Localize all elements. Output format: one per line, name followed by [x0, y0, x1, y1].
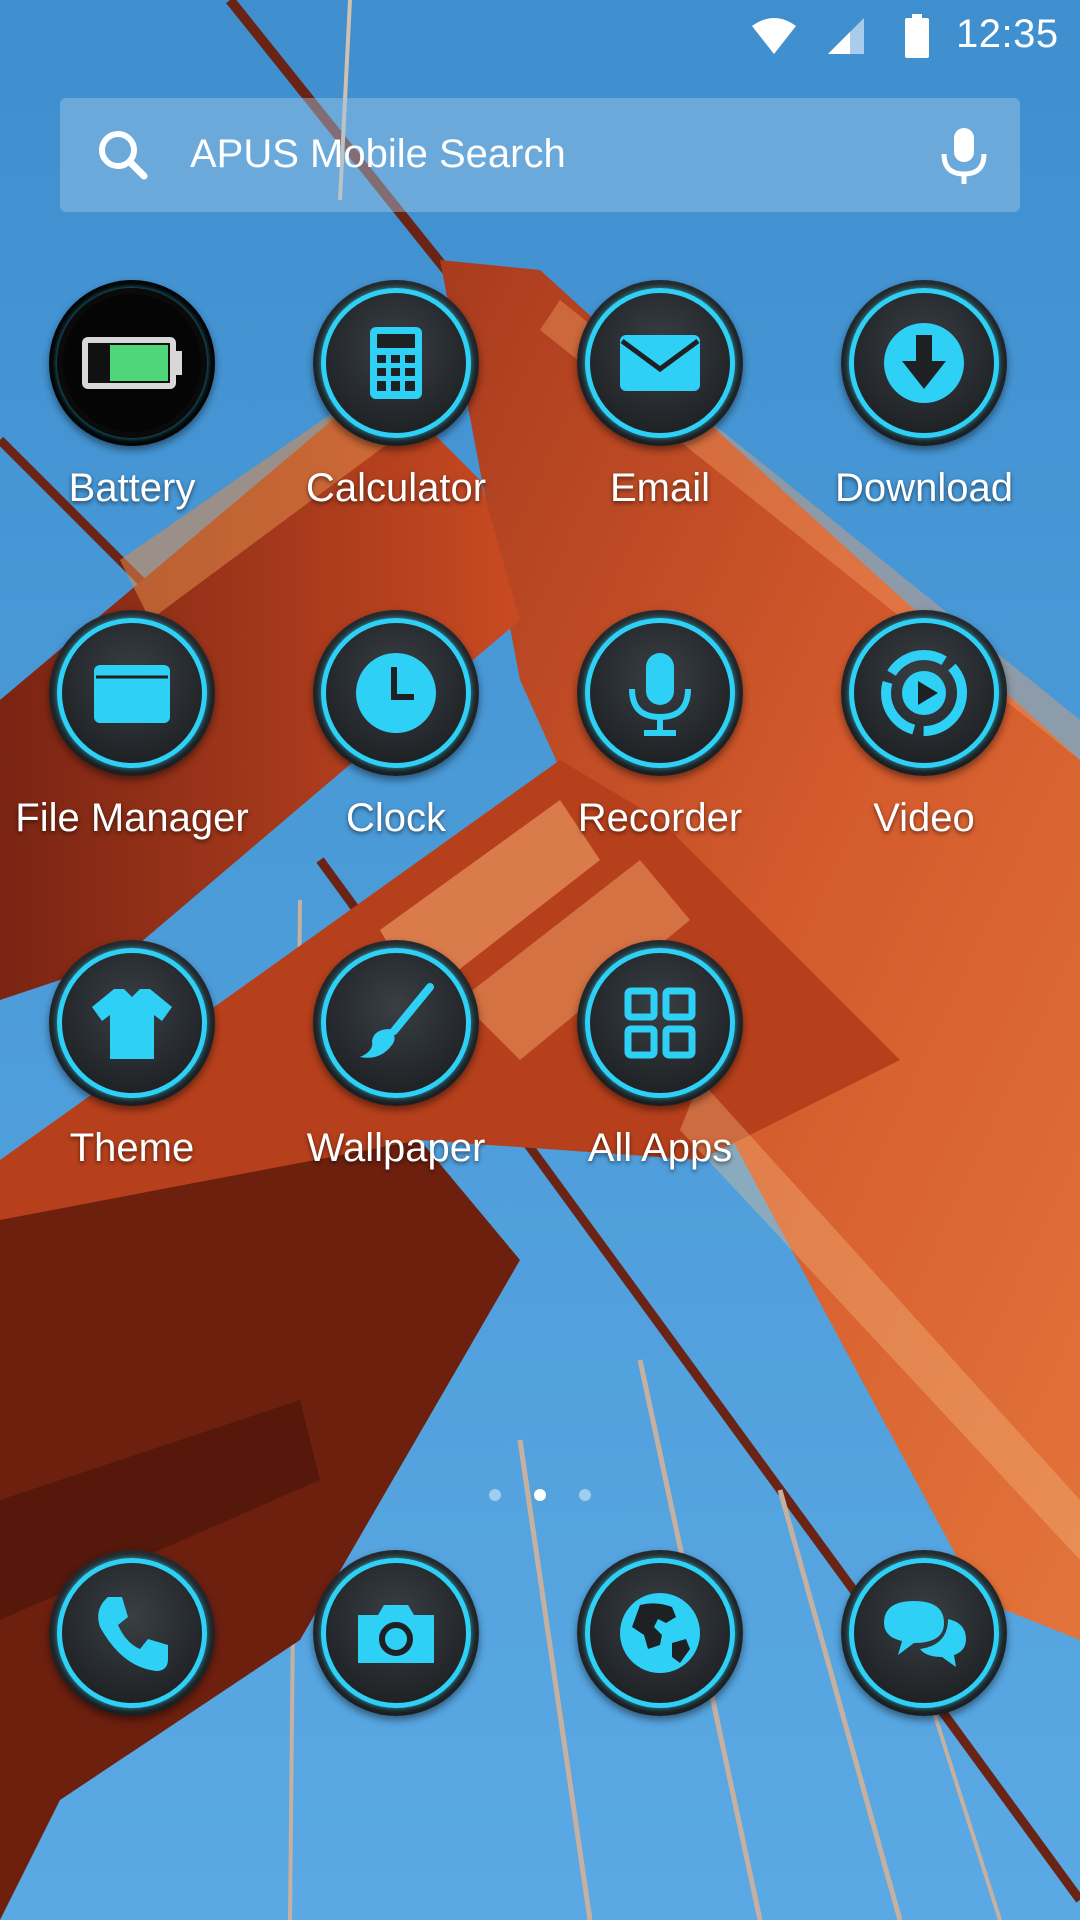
app-label: Video — [873, 796, 975, 840]
app-clock[interactable]: Clock — [264, 610, 528, 870]
folder-icon — [49, 610, 215, 776]
page-dot[interactable] — [579, 1489, 591, 1501]
dock-camera[interactable] — [313, 1550, 479, 1716]
page-indicator — [0, 1489, 1080, 1503]
app-wallpaper[interactable]: Wallpaper — [264, 940, 528, 1200]
app-video[interactable]: Video — [792, 610, 1056, 870]
app-recorder[interactable]: Recorder — [528, 610, 792, 870]
page-dot[interactable] — [489, 1489, 501, 1501]
dock-phone[interactable] — [49, 1550, 215, 1716]
status-bar: 12:35 — [0, 0, 1080, 72]
calculator-icon — [313, 280, 479, 446]
dock-messaging[interactable] — [841, 1550, 1007, 1716]
chat-bubbles-icon — [841, 1550, 1007, 1716]
dock-browser[interactable] — [577, 1550, 743, 1716]
app-label: Download — [835, 466, 1013, 510]
search-input[interactable]: APUS Mobile Search — [190, 132, 566, 177]
tshirt-icon — [49, 940, 215, 1106]
page-dot-active[interactable] — [534, 1489, 546, 1501]
search-bar[interactable]: APUS Mobile Search — [60, 98, 1020, 212]
app-battery[interactable]: Battery — [0, 280, 264, 540]
app-download[interactable]: Download — [792, 280, 1056, 540]
paintbrush-icon — [313, 940, 479, 1106]
app-calculator[interactable]: Calculator — [264, 280, 528, 540]
download-icon — [841, 280, 1007, 446]
app-all-apps[interactable]: All Apps — [528, 940, 792, 1200]
search-icon — [96, 128, 150, 187]
app-file-manager[interactable]: File Manager — [0, 610, 264, 870]
globe-icon — [577, 1550, 743, 1716]
microphone-icon — [577, 610, 743, 776]
envelope-icon — [577, 280, 743, 446]
app-label: All Apps — [587, 1126, 733, 1170]
wifi-icon — [752, 16, 796, 61]
grid-icon — [577, 940, 743, 1106]
clock-icon — [313, 610, 479, 776]
app-email[interactable]: Email — [528, 280, 792, 540]
battery-icon — [49, 280, 215, 446]
clock-time: 12:35 — [956, 12, 1059, 56]
microphone-icon[interactable] — [936, 126, 992, 191]
camera-icon — [313, 1550, 479, 1716]
app-theme[interactable]: Theme — [0, 940, 264, 1200]
battery-status-icon — [904, 14, 930, 63]
signal-icon — [826, 16, 866, 61]
phone-icon — [49, 1550, 215, 1716]
play-icon — [841, 610, 1007, 776]
